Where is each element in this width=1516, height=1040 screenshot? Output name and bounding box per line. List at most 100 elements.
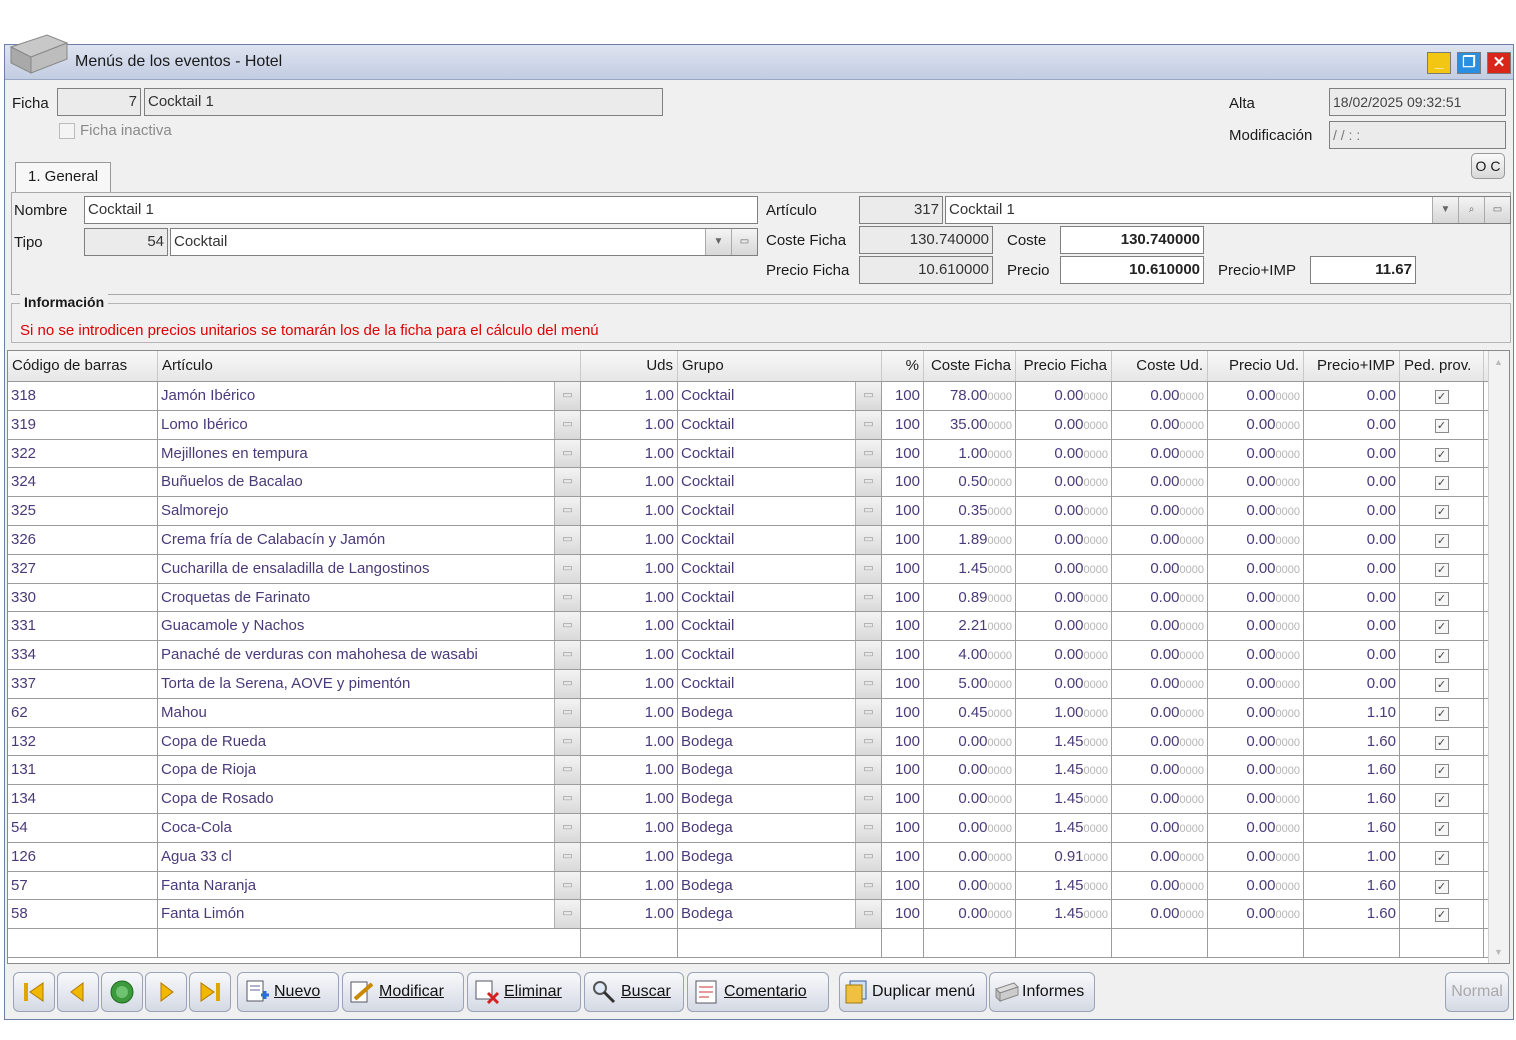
cell-grupo[interactable]: Cocktail ▭ xyxy=(678,525,882,554)
cell-precio-imp[interactable]: 0.00 xyxy=(1304,468,1400,497)
table-row[interactable]: 134 Copa de Rosado ▭ 1.00 Bodega ▭ 100 0.000000… xyxy=(8,785,1488,814)
cell-codigo[interactable]: 132 xyxy=(8,727,158,756)
oc-button[interactable]: O C xyxy=(1471,153,1505,179)
coste-field[interactable]: 130.740000 xyxy=(1060,226,1204,254)
cell-coste-ud[interactable]: 0.000000 xyxy=(1112,785,1208,813)
last-record-button[interactable] xyxy=(189,972,231,1012)
checkbox-icon[interactable]: ✓ xyxy=(1434,764,1449,779)
cell-coste-ud[interactable]: 0.000000 xyxy=(1112,468,1208,497)
cell-uds-empty[interactable] xyxy=(581,929,678,957)
cell-uds[interactable]: 1.00 xyxy=(581,871,678,900)
lookup-icon[interactable]: ▭ xyxy=(554,612,580,641)
table-row[interactable]: 337 Torta de la Serena, AOVE y pimentón ▭ 1… xyxy=(8,669,1488,699)
cell-articulo[interactable]: Agua 33 cl ▭ xyxy=(158,842,581,871)
cell-coste-ud[interactable]: 0.000000 xyxy=(1112,900,1208,929)
cell-codigo[interactable]: 54 xyxy=(8,813,158,842)
cell-precio-ud[interactable]: 0.000000 xyxy=(1208,900,1304,929)
lookup-icon[interactable]: ▭ xyxy=(554,813,580,842)
col-precio-ud-header[interactable]: Precio Ud. xyxy=(1208,351,1304,381)
cell-coste-ud[interactable]: 0.000000 xyxy=(1112,439,1208,468)
cell-articulo[interactable]: Coca-Cola ▭ xyxy=(158,813,581,842)
cell-coste-ficha[interactable]: 0.890000 xyxy=(924,583,1016,612)
modificar-button[interactable]: Modificar xyxy=(342,972,464,1012)
cell-articulo[interactable]: Panaché de verduras con mahohesa de wasa… xyxy=(158,641,581,669)
cell-codigo[interactable]: 62 xyxy=(8,698,158,727)
cell-coste-ud[interactable]: 0.000000 xyxy=(1112,583,1208,612)
table-row[interactable]: 319 Lomo Ibérico ▭ 1.00 Cocktail ▭ 100 35.00000… xyxy=(8,410,1488,440)
checkbox-icon[interactable]: ✓ xyxy=(1434,591,1449,606)
checkbox-icon[interactable]: ✓ xyxy=(1434,649,1449,664)
cell-uds[interactable]: 1.00 xyxy=(581,900,678,929)
cell-uds[interactable]: 1.00 xyxy=(581,583,678,612)
cell-grupo[interactable]: Bodega ▭ xyxy=(678,698,882,727)
lookup-icon[interactable]: ▭ xyxy=(855,382,881,410)
cell-articulo[interactable]: Croquetas de Farinato ▭ xyxy=(158,583,581,612)
lookup-icon[interactable]: ▭ xyxy=(554,641,580,669)
cell-uds[interactable]: 1.00 xyxy=(581,382,678,410)
cell-coste-ficha[interactable]: 4.000000 xyxy=(924,641,1016,669)
tipo-code-field[interactable]: 54 xyxy=(84,228,168,256)
cell-ped-prov[interactable]: ✓ xyxy=(1400,756,1484,785)
cell-ped-prov[interactable]: ✓ xyxy=(1400,612,1484,641)
table-row[interactable]: 57 Fanta Naranja ▭ 1.00 Bodega ▭ 100 0.000000 1.… xyxy=(8,871,1488,901)
cell-grupo[interactable]: Cocktail ▭ xyxy=(678,641,882,669)
lookup-icon[interactable]: ▭ xyxy=(554,727,580,756)
cell-coste-ficha[interactable]: 0.450000 xyxy=(924,698,1016,727)
cell-grupo[interactable]: Bodega ▭ xyxy=(678,871,882,900)
col-grupo-header[interactable]: Grupo xyxy=(678,351,882,381)
cell-ped-prov[interactable]: ✓ xyxy=(1400,727,1484,756)
table-row[interactable]: 326 Crema fría de Calabacín y Jamón ▭ 1.00 C… xyxy=(8,525,1488,555)
lookup-icon[interactable]: ▭ xyxy=(855,756,881,785)
cell-grupo[interactable]: Bodega ▭ xyxy=(678,727,882,756)
table-row[interactable]: 131 Copa de Rioja ▭ 1.00 Bodega ▭ 100 0.000000 1… xyxy=(8,756,1488,786)
lookup-icon[interactable]: ▭ xyxy=(855,785,881,813)
cell-uds[interactable]: 1.00 xyxy=(581,756,678,785)
restore-button[interactable]: ❐ xyxy=(1457,52,1481,74)
cell-articulo[interactable]: Fanta Limón ▭ xyxy=(158,900,581,929)
cell-precio-imp[interactable]: 0.00 xyxy=(1304,641,1400,669)
cell-articulo[interactable]: Crema fría de Calabacín y Jamón ▭ xyxy=(158,525,581,554)
checkbox-icon[interactable]: ✓ xyxy=(1434,476,1449,491)
lookup-icon[interactable]: ▭ xyxy=(554,382,580,410)
checkbox-icon[interactable]: ✓ xyxy=(1434,620,1449,635)
cell-grupo[interactable]: Cocktail ▭ xyxy=(678,583,882,612)
lookup-icon[interactable]: ▭ xyxy=(554,669,580,698)
table-row[interactable]: 331 Guacamole y Nachos ▭ 1.00 Cocktail ▭ 100 2.… xyxy=(8,612,1488,642)
cell-articulo[interactable]: Salmorejo ▭ xyxy=(158,497,581,525)
cell-precio-ficha[interactable]: 0.910000 xyxy=(1016,842,1112,871)
cell-precio-imp[interactable]: 1.60 xyxy=(1304,871,1400,900)
cell-precio-ficha[interactable]: 0.000000 xyxy=(1016,497,1112,525)
cell-ped-prov[interactable]: ✓ xyxy=(1400,900,1484,929)
cell-coste-ud[interactable]: 0.000000 xyxy=(1112,871,1208,900)
cell-articulo[interactable]: Cucharilla de ensaladilla de Langostinos… xyxy=(158,554,581,583)
cell-precio-ficha[interactable]: 1.450000 xyxy=(1016,813,1112,842)
table-row[interactable]: 58 Fanta Limón ▭ 1.00 Bodega ▭ 100 0.000000 1.45… xyxy=(8,900,1488,930)
eliminar-button[interactable]: Eliminar xyxy=(467,972,581,1012)
cell-pct[interactable]: 100 xyxy=(882,785,924,813)
table-row[interactable]: 126 Agua 33 cl ▭ 1.00 Bodega ▭ 100 0.000000 0.91… xyxy=(8,842,1488,872)
cell-coste-ficha[interactable]: 0.000000 xyxy=(924,785,1016,813)
cell-coste-ud[interactable]: 0.000000 xyxy=(1112,813,1208,842)
cell-codigo[interactable]: 319 xyxy=(8,410,158,439)
cell-coste-ficha[interactable]: 2.210000 xyxy=(924,612,1016,641)
cell-ped-prov[interactable]: ✓ xyxy=(1400,871,1484,900)
tab-general[interactable]: 1. General xyxy=(15,162,111,192)
lookup-icon[interactable]: ▭ xyxy=(855,842,881,871)
cell-coste-ud[interactable]: 0.000000 xyxy=(1112,641,1208,669)
cell-articulo[interactable]: Copa de Rosado ▭ xyxy=(158,785,581,813)
next-record-button[interactable] xyxy=(145,972,187,1012)
scroll-up-icon[interactable]: ▲ xyxy=(1494,357,1503,367)
cell-precio-ficha[interactable]: 0.000000 xyxy=(1016,554,1112,583)
cell-uds[interactable]: 1.00 xyxy=(581,842,678,871)
cell-ped-prov[interactable]: ✓ xyxy=(1400,813,1484,842)
cell-coste-ficha[interactable]: 0.000000 xyxy=(924,842,1016,871)
informes-button[interactable]: Informes xyxy=(989,972,1095,1012)
cell-uds[interactable]: 1.00 xyxy=(581,813,678,842)
cell-coste-ficha[interactable]: 0.000000 xyxy=(924,727,1016,756)
lookup-icon[interactable]: ▭ xyxy=(554,900,580,929)
cell-precio-ud[interactable]: 0.000000 xyxy=(1208,439,1304,468)
cell-precio-ud[interactable]: 0.000000 xyxy=(1208,382,1304,410)
cell-precio-ficha[interactable]: 0.000000 xyxy=(1016,382,1112,410)
cell-grupo[interactable]: Cocktail ▭ xyxy=(678,410,882,439)
cell-precio-imp[interactable]: 1.10 xyxy=(1304,698,1400,727)
